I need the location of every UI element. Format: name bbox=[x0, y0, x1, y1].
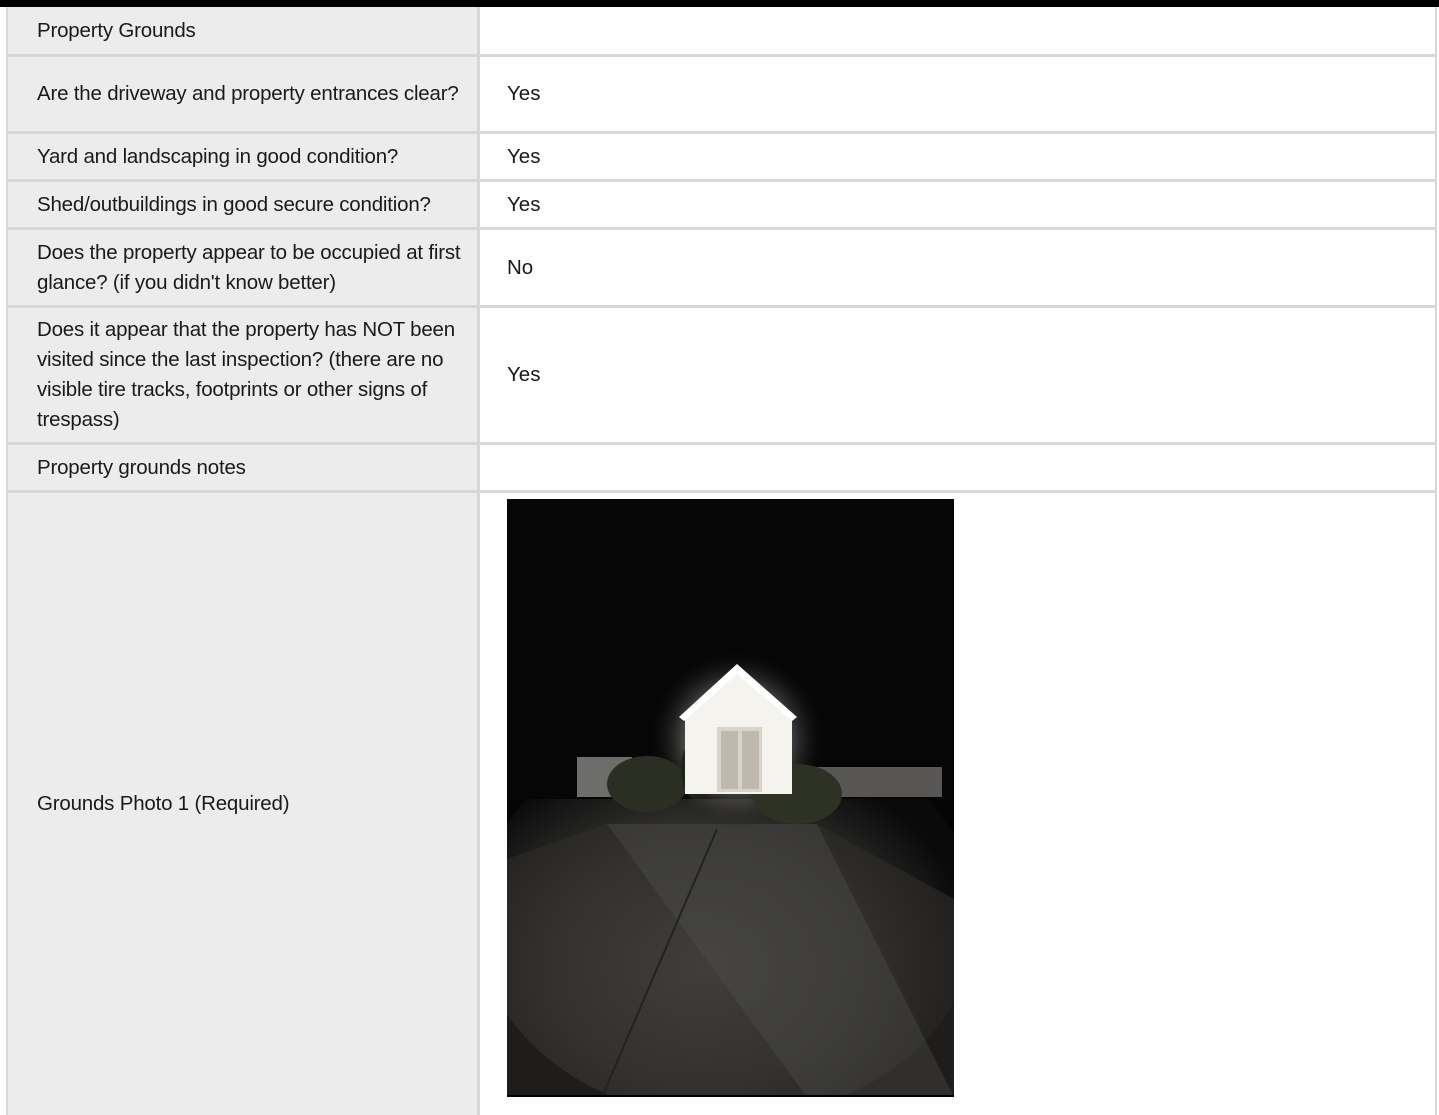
question-label: Shed/outbuildings in good secure conditi… bbox=[8, 182, 477, 227]
answer-value: No bbox=[480, 230, 1435, 305]
table-row: Yard and landscaping in good condition? … bbox=[8, 134, 1435, 182]
notes-value bbox=[480, 445, 1435, 490]
answer-value: Yes bbox=[480, 57, 1435, 131]
question-label: Does the property appear to be occupied … bbox=[8, 230, 477, 305]
table-row: Shed/outbuildings in good secure conditi… bbox=[8, 182, 1435, 230]
section-title: Property Grounds bbox=[8, 7, 477, 54]
section-value-empty bbox=[480, 7, 1435, 54]
answer-value: Yes bbox=[480, 182, 1435, 227]
table-row: Does it appear that the property has NOT… bbox=[8, 308, 1435, 445]
inspection-table: Property Grounds Are the driveway and pr… bbox=[6, 7, 1437, 1115]
photo-row: Grounds Photo 1 (Required) bbox=[8, 493, 1435, 1115]
photo-label: Grounds Photo 1 (Required) bbox=[8, 493, 477, 1115]
section-header-row: Property Grounds bbox=[8, 7, 1435, 57]
table-row: Property grounds notes bbox=[8, 445, 1435, 493]
question-label: Are the driveway and property entrances … bbox=[8, 57, 477, 131]
answer-value: Yes bbox=[480, 134, 1435, 179]
top-black-bar bbox=[0, 0, 1439, 7]
grounds-photo[interactable] bbox=[507, 499, 954, 1097]
photo-cell bbox=[480, 493, 1435, 1115]
question-label: Does it appear that the property has NOT… bbox=[8, 308, 477, 442]
table-row: Does the property appear to be occupied … bbox=[8, 230, 1435, 308]
question-label: Yard and landscaping in good condition? bbox=[8, 134, 477, 179]
answer-value: Yes bbox=[480, 308, 1435, 442]
table-row: Are the driveway and property entrances … bbox=[8, 57, 1435, 134]
notes-label: Property grounds notes bbox=[8, 445, 477, 490]
